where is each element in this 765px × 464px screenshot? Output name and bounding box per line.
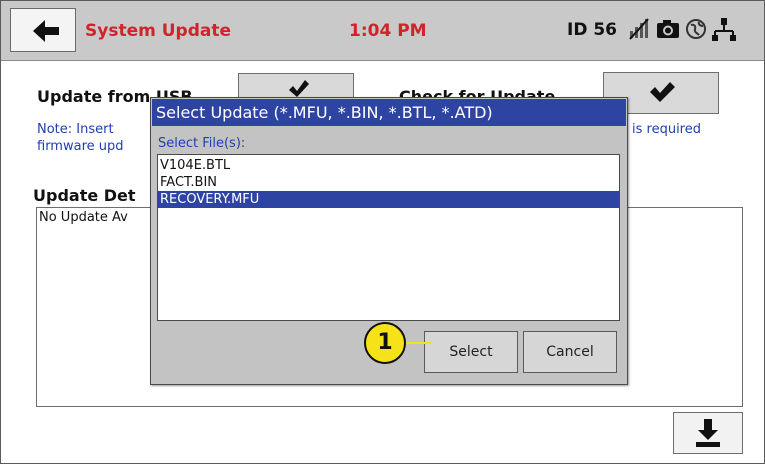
camera-icon bbox=[657, 20, 679, 38]
header-bar: System Update 1:04 PM ID 56 bbox=[1, 1, 764, 61]
device-id: ID 56 bbox=[567, 20, 618, 40]
back-button[interactable] bbox=[10, 8, 76, 52]
network-icon bbox=[712, 18, 736, 41]
select-button[interactable]: Select bbox=[424, 331, 518, 373]
download-button[interactable] bbox=[673, 412, 743, 454]
file-list[interactable]: V104E.BTL FACT.BIN RECOVERY.MFU bbox=[157, 154, 620, 321]
app-window: System Update 1:04 PM ID 56 Update from … bbox=[0, 0, 765, 464]
page-title: System Update bbox=[85, 21, 232, 41]
callout-pointer bbox=[406, 342, 432, 344]
clock-time: 1:04 PM bbox=[349, 21, 427, 41]
file-item-fact[interactable]: FACT.BIN bbox=[158, 174, 619, 191]
download-icon bbox=[696, 419, 720, 447]
usb-note-line1-end: is required bbox=[632, 122, 701, 137]
no-signal-icon bbox=[629, 18, 649, 40]
dialog-title: Select Update (*.MFU, *.BIN, *.BTL, *.AT… bbox=[152, 99, 626, 126]
back-arrow-icon bbox=[33, 20, 59, 42]
file-list-label: Select File(s): bbox=[158, 136, 246, 151]
globe-icon bbox=[686, 19, 706, 39]
callout-badge: 1 bbox=[364, 322, 406, 364]
cancel-button[interactable]: Cancel bbox=[523, 331, 617, 373]
file-item-recovery[interactable]: RECOVERY.MFU bbox=[158, 191, 619, 208]
update-details-label: Update Det bbox=[33, 186, 136, 205]
usb-note-line2: firmware upd bbox=[37, 139, 124, 154]
update-details-text: No Update Av bbox=[39, 210, 128, 225]
file-item-v104e[interactable]: V104E.BTL bbox=[158, 157, 619, 174]
usb-note-line1: Note: Insert bbox=[37, 122, 114, 137]
